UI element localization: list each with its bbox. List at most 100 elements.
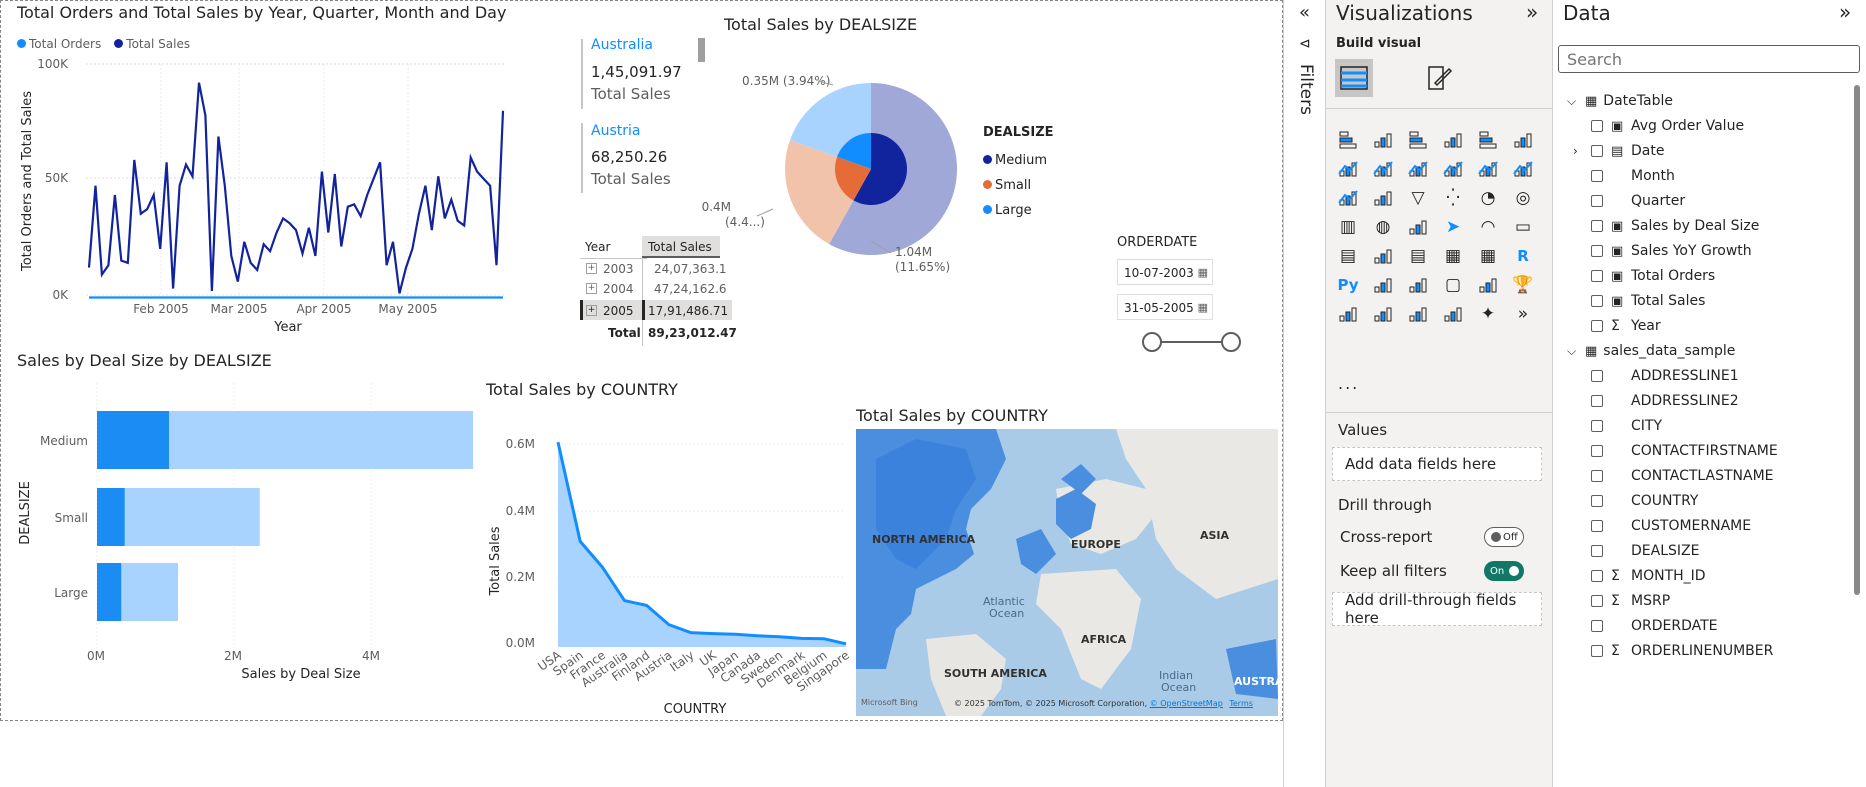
field-checkbox[interactable] — [1591, 220, 1603, 232]
field-total-orders[interactable]: ▣ Total Orders — [1573, 264, 1715, 288]
r-visual-icon[interactable]: R — [1511, 244, 1535, 268]
field-month-id[interactable]: Σ MONTH_ID — [1573, 564, 1706, 588]
line-icon[interactable] — [1336, 157, 1360, 181]
card-scrollbar[interactable] — [698, 38, 705, 62]
pie-icon[interactable]: ◔ — [1476, 186, 1500, 210]
field-total-sales[interactable]: ▣ Total Sales — [1573, 289, 1705, 313]
chevron-down-icon[interactable]: ⌵ — [1567, 94, 1583, 109]
scatter-icon[interactable]: ⁛ — [1441, 186, 1465, 210]
field-checkbox[interactable] — [1591, 195, 1603, 207]
funnel-icon[interactable]: ▽ — [1406, 186, 1430, 210]
expand-icon[interactable]: + — [586, 263, 597, 274]
metrics-icon[interactable] — [1441, 302, 1465, 326]
donut-chart[interactable]: 0.35M (3.94%) 0.4M (4.4...) 1.04M (11.65… — [701, 61, 991, 291]
more-visuals-icon[interactable]: ... — [1338, 374, 1359, 393]
data-search-input[interactable] — [1558, 45, 1860, 73]
table-header-year[interactable]: Year — [580, 236, 647, 259]
chevron-icon[interactable]: » — [1511, 302, 1535, 326]
stacked-column-icon[interactable] — [1371, 128, 1395, 152]
100-area-icon[interactable] — [1441, 157, 1465, 181]
field-checkbox[interactable] — [1591, 570, 1603, 582]
area-icon[interactable] — [1371, 157, 1395, 181]
field-year[interactable]: Σ Year — [1573, 314, 1661, 338]
field-checkbox[interactable] — [1591, 470, 1603, 482]
power-automate-icon[interactable] — [1406, 302, 1430, 326]
matrix-icon[interactable]: ▦ — [1476, 244, 1500, 268]
line-chart[interactable]: 100K 50K 0K Feb 2005 Mar 2005 Apr 2005 M… — [1, 51, 506, 341]
field-orderdate[interactable]: ORDERDATE — [1573, 614, 1718, 638]
power-apps-icon[interactable] — [1371, 302, 1395, 326]
slicer-icon[interactable]: ▤ — [1406, 244, 1430, 268]
kpi-icon[interactable] — [1371, 244, 1395, 268]
azure-map-icon[interactable]: ➤ — [1441, 215, 1465, 239]
area-chart[interactable]: USASpainFranceAustraliaFinlandAustriaIta… — [481, 401, 851, 721]
osm-link[interactable]: © OpenStreetMap — [1150, 699, 1223, 708]
field-checkbox[interactable] — [1591, 145, 1603, 157]
decomposition-tree-icon[interactable] — [1406, 273, 1430, 297]
field-quarter[interactable]: Quarter — [1573, 189, 1685, 213]
field-country[interactable]: COUNTRY — [1573, 489, 1698, 513]
values-well[interactable]: Add data fields here — [1332, 447, 1542, 481]
field-checkbox[interactable] — [1591, 270, 1603, 282]
copilot-icon[interactable]: ✦ — [1476, 302, 1500, 326]
paginated-icon[interactable] — [1336, 302, 1360, 326]
expand-icon[interactable]: + — [586, 283, 597, 294]
field-checkbox[interactable] — [1591, 370, 1603, 382]
field-checkbox[interactable] — [1591, 495, 1603, 507]
field-customername[interactable]: CUSTOMERNAME — [1573, 514, 1751, 538]
data-pane-scrollbar[interactable] — [1854, 85, 1860, 595]
clustered-bar-icon[interactable] — [1406, 128, 1430, 152]
build-visual-tab[interactable] — [1335, 59, 1373, 97]
field-city[interactable]: CITY — [1573, 414, 1662, 438]
legend-total-orders[interactable]: Total Orders — [17, 37, 101, 51]
field-checkbox[interactable] — [1591, 245, 1603, 257]
field-checkbox[interactable] — [1591, 545, 1603, 557]
field-checkbox[interactable] — [1591, 520, 1603, 532]
chevron-down-icon[interactable]: ⌵ — [1567, 344, 1583, 359]
python-visual-icon[interactable]: Py — [1336, 273, 1360, 297]
100-column-icon[interactable] — [1511, 128, 1535, 152]
bar-chart[interactable]: Medium Small Large 0M 2M 4M Sales by Deal … — [1, 373, 481, 683]
field-checkbox[interactable] — [1591, 320, 1603, 332]
stacked-bar-icon[interactable] — [1336, 128, 1360, 152]
field-checkbox[interactable] — [1591, 120, 1603, 132]
table-icon[interactable]: ▦ — [1441, 244, 1465, 268]
treemap-icon[interactable]: ▥ — [1336, 215, 1360, 239]
map-visual[interactable]: NORTH AMERICA EUROPE ASIA AFRICA SOUTH A… — [856, 429, 1278, 716]
field-contactlastname[interactable]: CONTACTLASTNAME — [1573, 464, 1774, 488]
format-visual-icon[interactable] — [1423, 63, 1453, 93]
expand-right-icon[interactable]: » — [1526, 0, 1538, 24]
drill-through-well[interactable]: Add drill-through fields here — [1332, 591, 1542, 627]
field-checkbox[interactable] — [1591, 170, 1603, 182]
calendar-icon[interactable]: ▦ — [1198, 295, 1208, 321]
field-checkbox[interactable] — [1591, 445, 1603, 457]
field-checkbox[interactable] — [1591, 295, 1603, 307]
key-influencers-icon[interactable] — [1371, 273, 1395, 297]
slicer-start-input[interactable]: 10-07-2003 ▦ — [1117, 259, 1213, 285]
slicer-end-input[interactable]: 31-05-2005 ▦ — [1117, 294, 1213, 320]
field-dealsize[interactable]: DEALSIZE — [1573, 539, 1699, 563]
filters-pane-collapsed[interactable]: « ⊲ Filters — [1283, 0, 1326, 787]
card-icon[interactable]: ▭ — [1511, 215, 1535, 239]
legend-item-small[interactable]: Small — [983, 173, 1047, 198]
legend-total-sales[interactable]: Total Sales — [114, 37, 190, 51]
field-orderlinenumber[interactable]: Σ ORDERLINENUMBER — [1573, 639, 1773, 663]
slider-handle-end[interactable] — [1221, 332, 1241, 352]
multi-row-card[interactable]: Australia 1,45,091.97 Total Sales Austri… — [581, 35, 701, 193]
qa-icon[interactable]: ▢ — [1441, 273, 1465, 297]
line-column-icon[interactable] — [1476, 157, 1500, 181]
terms-link[interactable]: Terms — [1229, 699, 1253, 708]
100-bar-icon[interactable] — [1476, 128, 1500, 152]
expand-right-icon[interactable]: » — [1839, 0, 1851, 24]
field-addressline1[interactable]: ADDRESSLINE1 — [1573, 364, 1739, 388]
field-checkbox[interactable] — [1591, 620, 1603, 632]
field-addressline2[interactable]: ADDRESSLINE2 — [1573, 389, 1739, 413]
field-msrp[interactable]: Σ MSRP — [1573, 589, 1670, 613]
narrative-icon[interactable] — [1476, 273, 1500, 297]
line-clustered-icon[interactable] — [1511, 157, 1535, 181]
field-contactfirstname[interactable]: CONTACTFIRSTNAME — [1573, 439, 1778, 463]
table-row-selected[interactable]: + 2005 17,91,486.71 — [580, 300, 732, 320]
field-checkbox[interactable] — [1591, 595, 1603, 607]
field-sales-by-deal-size[interactable]: ▣ Sales by Deal Size — [1573, 214, 1759, 238]
ribbon-icon[interactable] — [1336, 186, 1360, 210]
